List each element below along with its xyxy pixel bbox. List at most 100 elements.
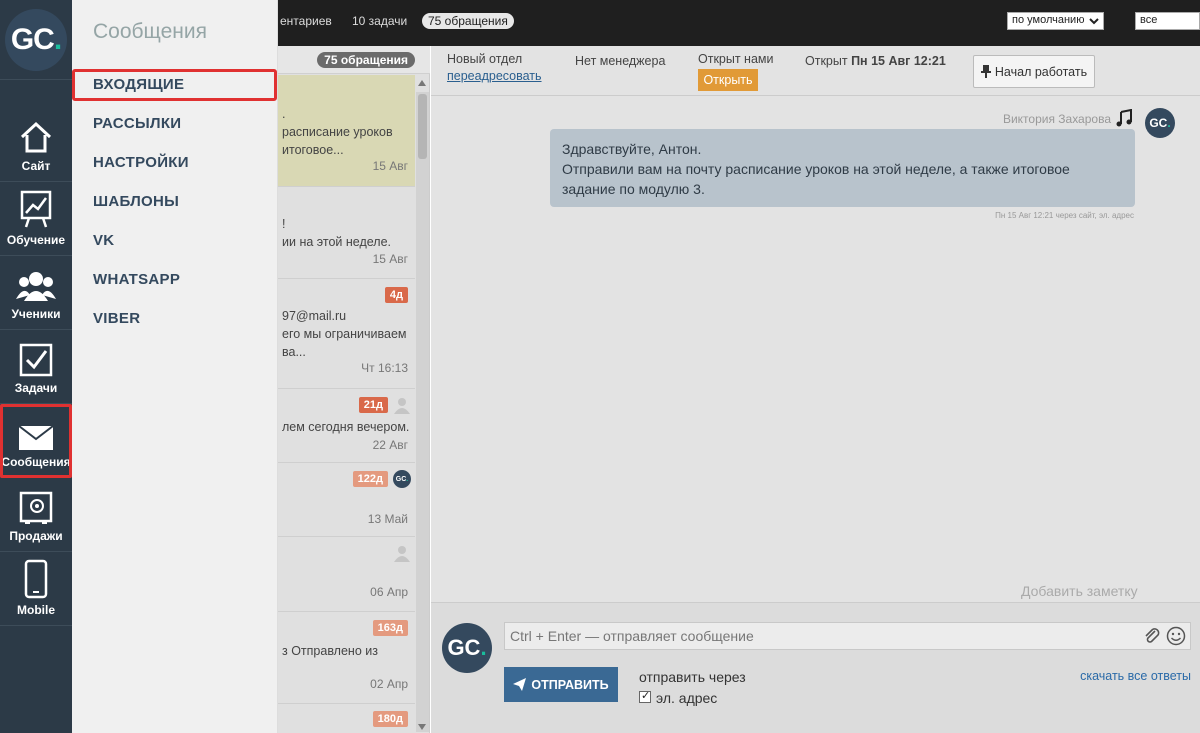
topbar-comments[interactable]: ентариев — [280, 14, 332, 28]
list-item[interactable]: 180д — [278, 704, 415, 733]
logo-dot: . — [53, 22, 62, 56]
opened-label: Открыт — [805, 54, 848, 68]
send-via-label: отправить через — [639, 669, 746, 685]
list-scrollbar[interactable] — [416, 92, 429, 732]
topbar-tasks[interactable]: 10 задачи — [352, 14, 407, 28]
nav-item-learning[interactable]: Обучение — [0, 182, 72, 256]
download-all-link[interactable]: скачать все ответы — [1080, 669, 1191, 683]
redirect-link[interactable]: переадресовать — [447, 69, 542, 83]
submenu-item-vk[interactable]: VK — [93, 232, 114, 249]
message-sender: Виктория Захарова — [1002, 112, 1111, 126]
envelope-icon — [18, 425, 54, 450]
nav-label: Ученики — [11, 307, 61, 321]
opened-by-label: Открыт нами — [698, 52, 774, 66]
submenu-item-inbox[interactable]: ВХОДЯЩИЕ — [93, 76, 184, 93]
list-item-date: Чт 16:13 — [361, 361, 408, 375]
pin-icon — [980, 65, 991, 78]
nav-label: Mobile — [17, 603, 55, 617]
filter-input[interactable]: все — [1135, 12, 1200, 30]
start-work-button[interactable]: Начал работать — [973, 55, 1095, 88]
avatar-dot: . — [406, 475, 409, 483]
nav-item-students[interactable]: Ученики — [0, 256, 72, 330]
message-line: Отправили вам на почту расписание уроков… — [562, 161, 1070, 177]
nav-label: Сайт — [21, 159, 51, 173]
nav-item-sales[interactable]: Продажи — [0, 478, 72, 552]
home-icon — [20, 121, 52, 153]
safe-icon — [19, 491, 53, 524]
list-item[interactable]: 4д 97@mail.ru его мы ограничиваем ва... … — [278, 279, 415, 389]
composer: GC. Ctrl + Enter — отправляет сообщение … — [431, 602, 1200, 733]
scroll-up-icon[interactable] — [418, 80, 426, 86]
avatar-text: GC — [447, 635, 481, 660]
submenu-item-settings[interactable]: НАСТРОЙКИ — [93, 154, 189, 171]
list-item-date: 15 Авг — [372, 159, 408, 173]
paper-plane-icon — [513, 678, 527, 691]
list-item-date: 22 Авг — [372, 438, 408, 452]
avatar-dot: . — [1167, 116, 1171, 130]
logo[interactable]: GC. — [0, 0, 72, 80]
sort-select-value: по умолчанию — [1012, 14, 1085, 26]
nav-item-mobile[interactable]: Mobile — [0, 552, 72, 626]
user-avatar: GC. — [442, 623, 492, 673]
message-input[interactable]: Ctrl + Enter — отправляет сообщение — [504, 622, 1191, 650]
submenu-item-mailings[interactable]: РАССЫЛКИ — [93, 115, 181, 132]
list-item-date: 15 Авг — [372, 252, 408, 266]
messages-submenu: Сообщения ВХОДЯЩИЕ РАССЫЛКИ НАСТРОЙКИ ША… — [72, 0, 278, 733]
person-icon — [394, 398, 410, 414]
list-item[interactable]: ! ии на этой неделе. 15 Авг — [278, 187, 415, 279]
users-icon — [16, 272, 56, 301]
list-item-line: итоговое... — [282, 143, 344, 157]
conversation-view: Новый отдел переадресовать Нет менеджера… — [431, 46, 1200, 733]
sort-select[interactable]: по умолчанию — [1007, 12, 1104, 30]
submenu-item-whatsapp[interactable]: WHATSAPP — [93, 271, 180, 288]
list-item[interactable]: . расписание уроков итоговое... 15 Авг — [278, 75, 415, 187]
list-item[interactable]: 21д лем сегодня вечером. 22 Авг — [278, 389, 415, 463]
avatar-text: GC — [1149, 116, 1168, 130]
paperclip-icon[interactable] — [1143, 627, 1161, 645]
sender-avatar: GC. — [1145, 108, 1175, 138]
main-sidebar: GC. Сайт Обучение Ученики Задачи Сообщен… — [0, 0, 72, 733]
list-item-line: его мы ограничиваем — [282, 327, 407, 341]
send-button[interactable]: ОТПРАВИТЬ — [504, 667, 618, 702]
list-item-line: 97@mail.ru — [282, 309, 347, 323]
checkbox-icon — [19, 343, 53, 377]
avatar-dot: . — [480, 635, 487, 660]
list-item[interactable]: 163д з Отправлено из 02 Апр — [278, 612, 415, 704]
list-item[interactable]: 06 Апр — [278, 537, 415, 612]
logo-badge: GC. — [5, 8, 67, 71]
smile-icon[interactable] — [1166, 626, 1186, 646]
chart-board-icon — [20, 190, 52, 228]
add-note-link[interactable]: Добавить заметку — [1021, 583, 1138, 599]
opened-info: Открыт Пн 15 Авг 12:21 — [805, 54, 946, 68]
email-channel-label: эл. адрес — [656, 690, 718, 706]
nav-item-site[interactable]: Сайт — [0, 108, 72, 182]
nav-label: Обучение — [6, 233, 66, 247]
send-button-label: ОТПРАВИТЬ — [531, 677, 609, 692]
nav-item-tasks[interactable]: Задачи — [0, 330, 72, 404]
avatar-text: GC — [395, 475, 407, 483]
age-tag: 122д — [352, 471, 388, 487]
avatar: GC. — [393, 470, 411, 488]
requests-count-badge: 75 обращения — [317, 52, 415, 68]
list-header: 75 обращения — [278, 46, 430, 74]
email-channel-checkbox[interactable] — [639, 689, 651, 703]
manager-label: Нет менеджера — [575, 54, 666, 68]
conversation-header: Новый отдел переадресовать Нет менеджера… — [431, 46, 1200, 96]
list-item[interactable]: 122д GC. 13 Май — [278, 463, 415, 537]
nav-item-messages[interactable]: Сообщения — [0, 404, 72, 478]
open-button[interactable]: Открыть — [698, 69, 758, 91]
person-icon — [394, 546, 410, 562]
music-note-icon[interactable] — [1116, 109, 1132, 127]
nav-label: Задачи — [14, 381, 58, 395]
age-tag: 4д — [384, 287, 408, 303]
phone-icon — [24, 559, 48, 599]
submenu-item-viber[interactable]: VIBER — [93, 310, 140, 327]
scroll-down-icon[interactable] — [418, 724, 426, 730]
list-item-date: 13 Май — [367, 512, 408, 526]
department-label: Новый отдел — [447, 52, 523, 66]
topbar-requests-badge[interactable]: 75 обращения — [422, 13, 514, 29]
submenu-item-templates[interactable]: ШАБЛОНЫ — [93, 193, 179, 210]
chevron-down-icon — [1089, 18, 1099, 25]
message-meta: Пн 15 Авг 12:21 через сайт, эл. адрес — [995, 211, 1134, 220]
scroll-thumb[interactable] — [418, 94, 427, 159]
